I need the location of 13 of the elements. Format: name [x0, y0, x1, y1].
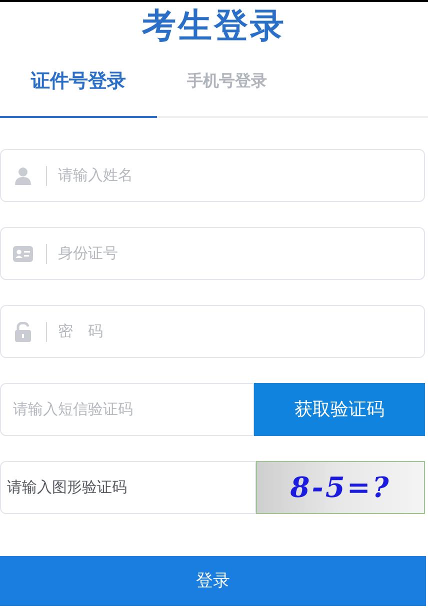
input-field[interactable]: 请输入短信验证码	[0, 383, 254, 436]
login-tab[interactable]: 证件号登录	[0, 48, 157, 118]
captcha-image[interactable]: 8-5=?	[256, 461, 425, 514]
input-field[interactable]: 身份证号	[0, 227, 425, 280]
page-title: 考生登录	[142, 6, 286, 47]
input-field[interactable]: 密 码	[0, 305, 425, 358]
input-field[interactable]: 请输入姓名	[0, 149, 425, 202]
user-icon	[14, 166, 32, 184]
get-code-button[interactable]: 获取验证码	[254, 383, 425, 436]
id-card-icon	[13, 246, 33, 262]
lock-icon	[15, 322, 31, 342]
login-button[interactable]: 登录	[0, 556, 426, 606]
input-field[interactable]: 请输入图形验证码	[0, 461, 256, 514]
